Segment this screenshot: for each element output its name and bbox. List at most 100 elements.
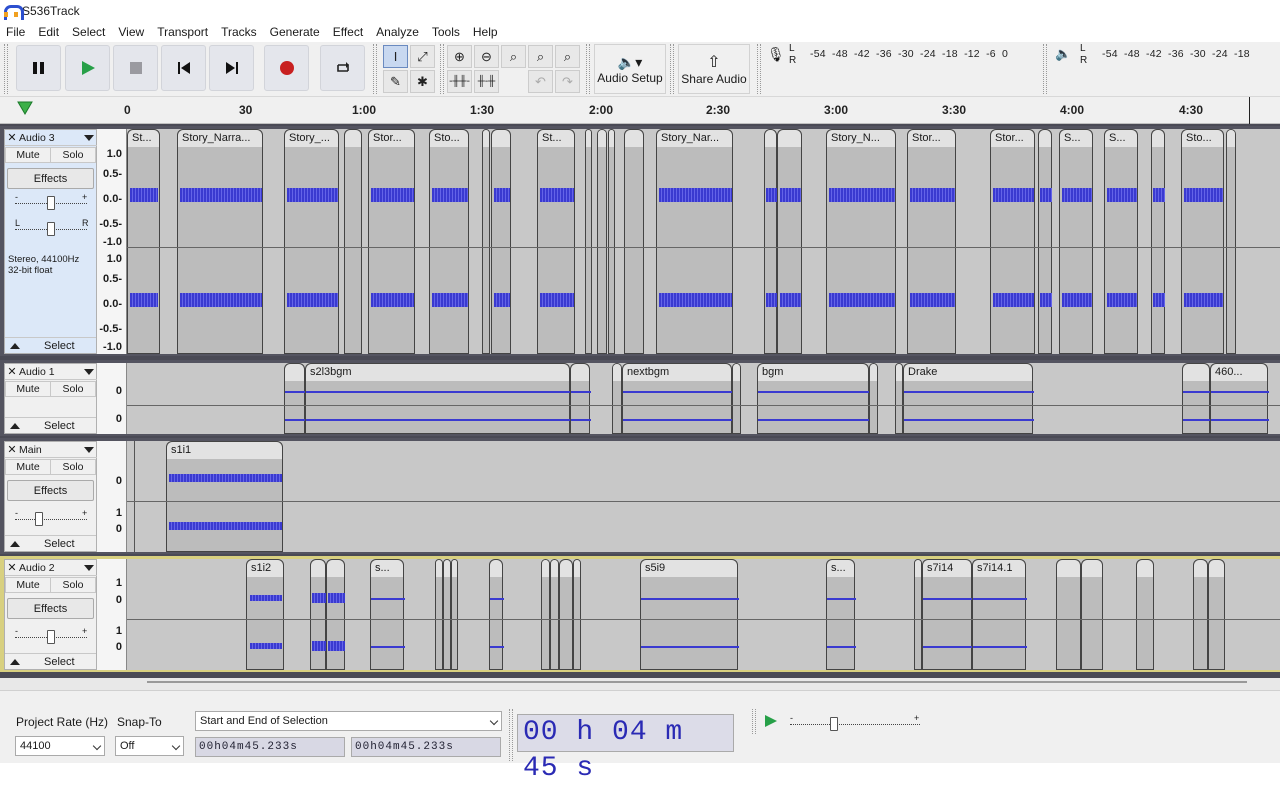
skip-start-button[interactable] [161, 45, 206, 91]
clip-title[interactable]: Drake [904, 364, 1032, 381]
pause-button[interactable] [16, 45, 61, 91]
undo-button[interactable]: ↶ [528, 70, 553, 93]
menu-analyze[interactable]: Analyze [376, 25, 419, 39]
toolbar-grip[interactable] [373, 44, 377, 94]
collapse-icon[interactable] [10, 540, 20, 547]
audio-clip[interactable] [624, 129, 644, 354]
track-control-panel[interactable]: ✕ Audio 3 Mute Solo Effects - + LR Stereo,… [4, 129, 98, 354]
audio-clip[interactable] [326, 559, 345, 670]
audio-clip[interactable]: Sto... [1181, 129, 1224, 354]
vertical-scale[interactable]: 1 0 1 0 [97, 559, 127, 670]
audio-clip[interactable] [1136, 559, 1154, 670]
toolbar-grip[interactable] [4, 44, 8, 94]
audio-clip[interactable] [1226, 129, 1236, 354]
audio-clip[interactable]: Stor... [368, 129, 415, 354]
track-name-menu[interactable]: ✕ Main [5, 442, 98, 458]
menu-tools[interactable]: Tools [432, 25, 460, 39]
mute-button[interactable]: Mute [5, 577, 51, 593]
clip-title[interactable]: Story_... [285, 130, 338, 147]
audio-clip[interactable]: Story_Nar... [656, 129, 733, 354]
audio-clip[interactable] [1182, 363, 1211, 434]
dropdown-arrow-icon[interactable] [84, 135, 94, 141]
effects-button[interactable]: Effects [7, 598, 94, 619]
clip-title[interactable]: s5i9 [641, 560, 737, 577]
vertical-scale[interactable]: 1.0 0.5- 0.0- -0.5- -1.0 1.0 0.5- 0.0- -… [97, 129, 127, 354]
audio-position-time[interactable]: 00 h 04 m 45 s [517, 714, 734, 784]
select-button[interactable]: Select [5, 653, 96, 669]
audio-clip[interactable]: Sto... [429, 129, 469, 354]
menu-select[interactable]: Select [72, 25, 105, 39]
clip-title[interactable]: Stor... [908, 130, 955, 147]
solo-button[interactable]: Solo [50, 147, 96, 163]
solo-button[interactable]: Solo [50, 381, 96, 397]
skip-end-button[interactable] [209, 45, 254, 91]
clip-title[interactable]: St... [128, 130, 159, 147]
share-audio-button[interactable]: ⇧ Share Audio [678, 44, 750, 94]
clip-title[interactable]: s1i2 [247, 560, 283, 577]
audio-clip[interactable]: Stor... [990, 129, 1035, 354]
menu-help[interactable]: Help [473, 25, 498, 39]
play-head-icon[interactable] [17, 101, 33, 115]
audio-clip[interactable]: nextbgm [622, 363, 733, 434]
audio-clip[interactable] [764, 129, 777, 354]
clip-title[interactable]: Story_N... [827, 130, 895, 147]
envelope-tool-button[interactable]: ⤢ [410, 45, 435, 68]
audio-clip[interactable]: Story_Narra... [177, 129, 263, 354]
mute-button[interactable]: Mute [5, 147, 51, 163]
track-control-panel[interactable]: ✕ Audio 1 Mute Solo Select [4, 363, 98, 434]
audio-clip[interactable] [489, 559, 504, 670]
silence-button[interactable]: ╫-╫ [474, 70, 499, 93]
audio-clip[interactable] [435, 559, 443, 670]
audio-clip[interactable] [1151, 129, 1165, 354]
audio-clip[interactable] [869, 363, 878, 434]
audio-clip[interactable] [777, 129, 802, 354]
audio-clip[interactable] [482, 129, 490, 354]
collapse-icon[interactable] [10, 658, 20, 665]
menu-edit[interactable]: Edit [38, 25, 59, 39]
dropdown-arrow-icon[interactable] [84, 565, 94, 571]
recording-meter[interactable]: -54 -48 -42 -36 -30 -24 -18 -12 -6 0 [810, 48, 1038, 60]
effects-button[interactable]: Effects [7, 480, 94, 501]
clip-title[interactable]: s7i14.1 [973, 560, 1025, 577]
audio-clip[interactable] [895, 363, 903, 434]
fit-selection-button[interactable]: ⌕ [501, 45, 526, 68]
dropdown-arrow-icon[interactable] [84, 369, 94, 375]
audio-clip[interactable] [597, 129, 607, 354]
audio-clip[interactable]: St... [537, 129, 575, 354]
toolbar-grip[interactable] [757, 44, 761, 94]
audio-setup-button[interactable]: 🔈▾ Audio Setup [594, 44, 666, 94]
menu-tracks[interactable]: Tracks [221, 25, 257, 39]
audio-clip[interactable] [550, 559, 559, 670]
track-waveform-area[interactable]: s2l3bgm nextbgm bgm Drake 460... [127, 363, 1280, 434]
audio-clip[interactable] [608, 129, 615, 354]
vertical-scale[interactable]: 0 1 0 [97, 441, 127, 552]
audio-clip[interactable]: St... [127, 129, 160, 354]
audio-clip[interactable]: s5i9 [640, 559, 739, 670]
close-icon[interactable]: ✕ [5, 561, 19, 574]
track-waveform-area[interactable]: s1i1 [127, 441, 1280, 552]
audio-clip[interactable]: S... [1059, 129, 1093, 354]
audio-clip[interactable] [284, 363, 306, 434]
menu-generate[interactable]: Generate [270, 25, 320, 39]
audio-clip[interactable] [310, 559, 326, 670]
audio-clip[interactable] [732, 363, 741, 434]
audio-clip[interactable]: s... [826, 559, 856, 670]
playback-meter[interactable]: -54 -48 -42 -36 -30 -24 -18 [1102, 48, 1280, 60]
effects-button[interactable]: Effects [7, 168, 94, 189]
collapse-icon[interactable] [10, 342, 20, 349]
clip-title[interactable]: Stor... [991, 130, 1034, 147]
zoom-in-button[interactable]: ⊕ [447, 45, 472, 68]
audio-clip[interactable] [1193, 559, 1208, 670]
track-waveform-area[interactable]: s1i2 s... s5i9 s... s7i14 s7i14.1 [127, 559, 1280, 670]
audio-clip[interactable]: s7i14 [922, 559, 973, 670]
audio-clip[interactable] [570, 363, 591, 434]
redo-button[interactable]: ↷ [555, 70, 580, 93]
select-button[interactable]: Select [5, 417, 96, 433]
collapse-icon[interactable] [10, 422, 20, 429]
audio-clip[interactable]: Story_N... [826, 129, 896, 354]
play-button[interactable] [65, 45, 110, 91]
audio-clip[interactable] [914, 559, 922, 670]
audio-clip[interactable] [1038, 129, 1052, 354]
clip-title[interactable]: St... [538, 130, 574, 147]
selection-end-time[interactable]: 00h04m45.233s [351, 737, 501, 757]
